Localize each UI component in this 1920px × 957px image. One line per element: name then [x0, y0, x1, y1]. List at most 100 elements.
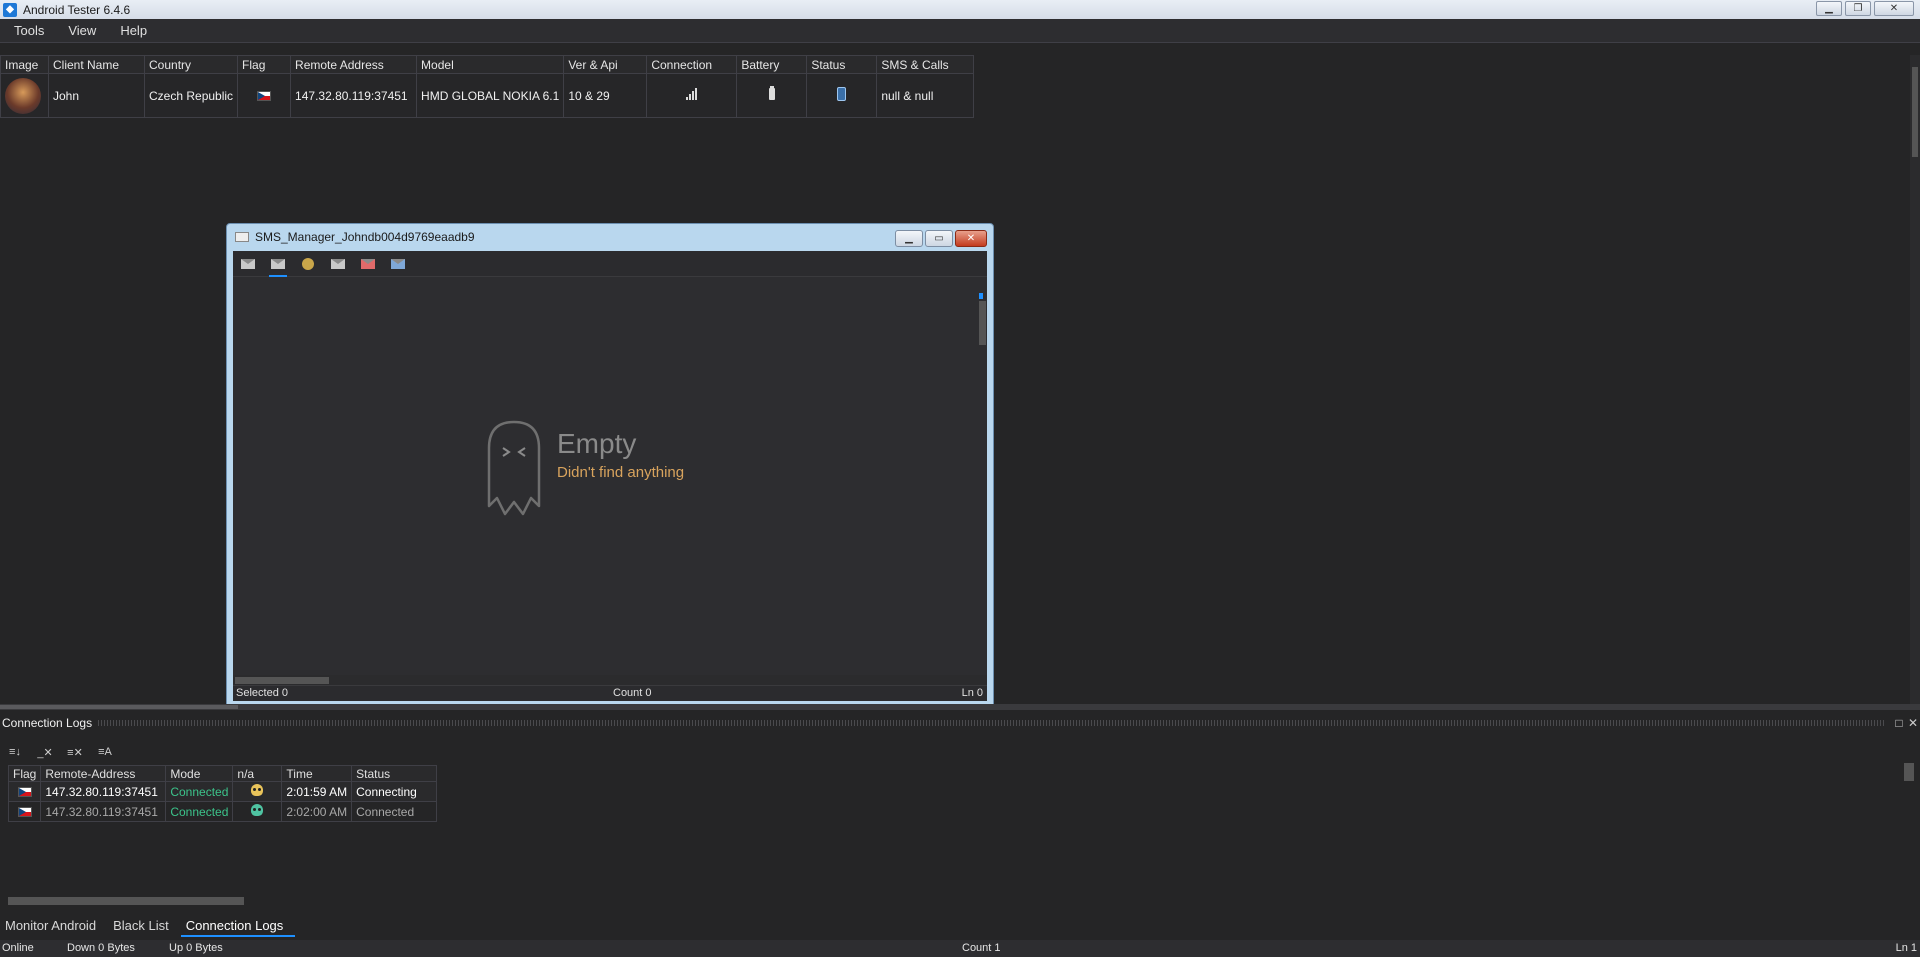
- sms-close-button[interactable]: ✕: [955, 230, 987, 247]
- bottom-tabs: Monitor Android Black List Connection Lo…: [0, 915, 1920, 937]
- skull-icon: [251, 804, 264, 816]
- column-header-model[interactable]: Model: [416, 55, 565, 74]
- panel-drag-handle[interactable]: [98, 720, 1886, 726]
- log-column-na[interactable]: n/a: [232, 765, 283, 782]
- client-sms-calls: null & null: [876, 73, 975, 118]
- status-line: Ln 1: [1895, 942, 1917, 954]
- client-row[interactable]: John Czech Republic 147.32.80.119:37451 …: [0, 73, 975, 118]
- client-flag-cell: [237, 73, 292, 118]
- minimize-button[interactable]: ▁: [1816, 1, 1842, 16]
- column-header-image[interactable]: Image: [0, 55, 49, 74]
- log-mode: Connected: [165, 801, 234, 822]
- log-na-cell: [232, 781, 283, 802]
- all-messages-icon[interactable]: [239, 256, 257, 272]
- czech-flag-icon: [17, 807, 32, 818]
- app-shield-icon: ◆: [3, 2, 17, 17]
- log-mode: Connected: [165, 781, 234, 802]
- log-column-remote-address[interactable]: Remote-Address: [40, 765, 167, 782]
- log-flag-cell: [7, 801, 42, 822]
- close-button[interactable]: ✕: [1874, 1, 1914, 16]
- inbox-icon[interactable]: [269, 256, 287, 277]
- status-count: Count 1: [962, 942, 1001, 954]
- log-flag-cell: [7, 781, 42, 802]
- log-time: 2:02:00 AM: [281, 801, 353, 822]
- sms-selected-count: Selected 0: [236, 687, 288, 699]
- sms-minimize-button[interactable]: ▁: [895, 230, 923, 247]
- client-image-cell: [0, 73, 49, 118]
- sms-manager-titlebar[interactable]: SMS_Manager_Johndb004d9769eaadb9: [227, 224, 993, 250]
- restore-button[interactable]: ❐: [1845, 1, 1871, 16]
- column-header-remote-address[interactable]: Remote Address: [290, 55, 418, 74]
- log-remote-address: 147.32.80.119:37451: [40, 801, 167, 822]
- sms-manager-window: SMS_Manager_Johndb004d9769eaadb9 ▁ ▭ ✕ E…: [226, 223, 994, 707]
- log-row[interactable]: 147.32.80.119:37451 Connected 2:01:59 AM…: [7, 781, 438, 802]
- draft-messages-icon[interactable]: [389, 256, 407, 272]
- skull-icon: [251, 784, 264, 796]
- menu-view[interactable]: View: [54, 23, 106, 38]
- logs-horizontal-scrollbar[interactable]: [8, 897, 244, 905]
- column-header-ver-api[interactable]: Ver & Api: [563, 55, 648, 74]
- statusbar: Online Down 0 Bytes Up 0 Bytes Count 1 L…: [0, 940, 1920, 957]
- sms-window-controls: ▁ ▭ ✕: [895, 230, 987, 247]
- client-remote-address: 147.32.80.119:37451: [290, 73, 418, 118]
- log-column-status[interactable]: Status: [351, 765, 438, 782]
- scroll-thumb[interactable]: [1912, 67, 1918, 157]
- log-time: 2:01:59 AM: [281, 781, 353, 802]
- tab-monitor-android[interactable]: Monitor Android: [0, 915, 108, 937]
- czech-flag-icon: [17, 787, 32, 798]
- sms-hscroll-thumb[interactable]: [235, 677, 329, 684]
- empty-state: Empty Didn't find anything: [481, 418, 684, 520]
- client-avatar: [5, 77, 41, 114]
- failed-messages-icon[interactable]: [359, 256, 377, 272]
- sms-list[interactable]: Empty Didn't find anything: [233, 278, 987, 685]
- column-header-connection[interactable]: Connection: [646, 55, 738, 74]
- sms-statusbar: Selected 0 Count 0 Ln 0: [233, 685, 987, 701]
- scheduled-messages-icon[interactable]: [299, 256, 317, 272]
- connection-logs-table: Flag Remote-Address Mode n/a Time Status…: [7, 765, 438, 822]
- logs-toolbar: ≡↓ _✕ ≡✕ ≡A: [6, 745, 114, 759]
- column-header-battery[interactable]: Battery: [736, 55, 808, 74]
- menu-help[interactable]: Help: [106, 23, 157, 38]
- clear-all-icon[interactable]: ≡✕: [66, 745, 84, 759]
- menu-tools[interactable]: Tools: [0, 23, 54, 38]
- sms-scroll-thumb[interactable]: [979, 301, 986, 345]
- column-header-flag[interactable]: Flag: [237, 55, 292, 74]
- menubar: Tools View Help: [0, 19, 1920, 43]
- czech-flag-icon: [257, 91, 272, 102]
- phone-status-icon: [837, 87, 847, 101]
- log-column-mode[interactable]: Mode: [165, 765, 234, 782]
- main-vertical-scrollbar[interactable]: [1910, 55, 1920, 705]
- close-panel-icon[interactable]: ✕: [1906, 716, 1920, 730]
- sent-messages-icon[interactable]: [329, 256, 347, 272]
- battery-icon: [768, 86, 775, 100]
- client-country: Czech Republic: [143, 73, 239, 118]
- column-header-sms-calls[interactable]: SMS & Calls: [876, 55, 975, 74]
- status-online: Online: [2, 942, 34, 954]
- clear-selected-icon[interactable]: _✕: [36, 745, 54, 759]
- sms-toolbar: [233, 251, 987, 277]
- window-titlebar: ◆ Android Tester 6.4.6 ▁ ❐ ✕: [0, 0, 1920, 19]
- column-header-status[interactable]: Status: [806, 55, 878, 74]
- maximize-panel-icon[interactable]: □: [1892, 716, 1906, 730]
- log-column-time[interactable]: Time: [281, 765, 353, 782]
- sms-scroll-marker: [979, 293, 983, 299]
- sms-vertical-scrollbar[interactable]: [977, 291, 987, 671]
- window-title: Android Tester 6.4.6: [23, 2, 131, 17]
- column-header-client-name[interactable]: Client Name: [48, 55, 145, 74]
- sort-logs-icon[interactable]: ≡↓: [6, 745, 24, 759]
- log-column-flag[interactable]: Flag: [7, 765, 42, 782]
- splitter-grip[interactable]: [0, 705, 238, 709]
- sms-maximize-button[interactable]: ▭: [925, 230, 953, 247]
- log-remote-address: 147.32.80.119:37451: [40, 781, 167, 802]
- log-row[interactable]: 147.32.80.119:37451 Connected 2:02:00 AM…: [7, 801, 438, 822]
- logs-vertical-scrollbar[interactable]: [1904, 763, 1914, 781]
- envelope-icon: [235, 232, 249, 242]
- window-controls: ▁ ❐ ✕: [1816, 1, 1914, 16]
- panel-splitter[interactable]: [0, 704, 1920, 710]
- column-header-country[interactable]: Country: [143, 55, 239, 74]
- sms-horizontal-scrollbar[interactable]: [233, 675, 987, 685]
- status-upload: Up 0 Bytes: [169, 942, 223, 954]
- tab-connection-logs[interactable]: Connection Logs: [180, 915, 296, 937]
- filter-logs-icon[interactable]: ≡A: [96, 745, 114, 759]
- tab-black-list[interactable]: Black List: [108, 915, 181, 937]
